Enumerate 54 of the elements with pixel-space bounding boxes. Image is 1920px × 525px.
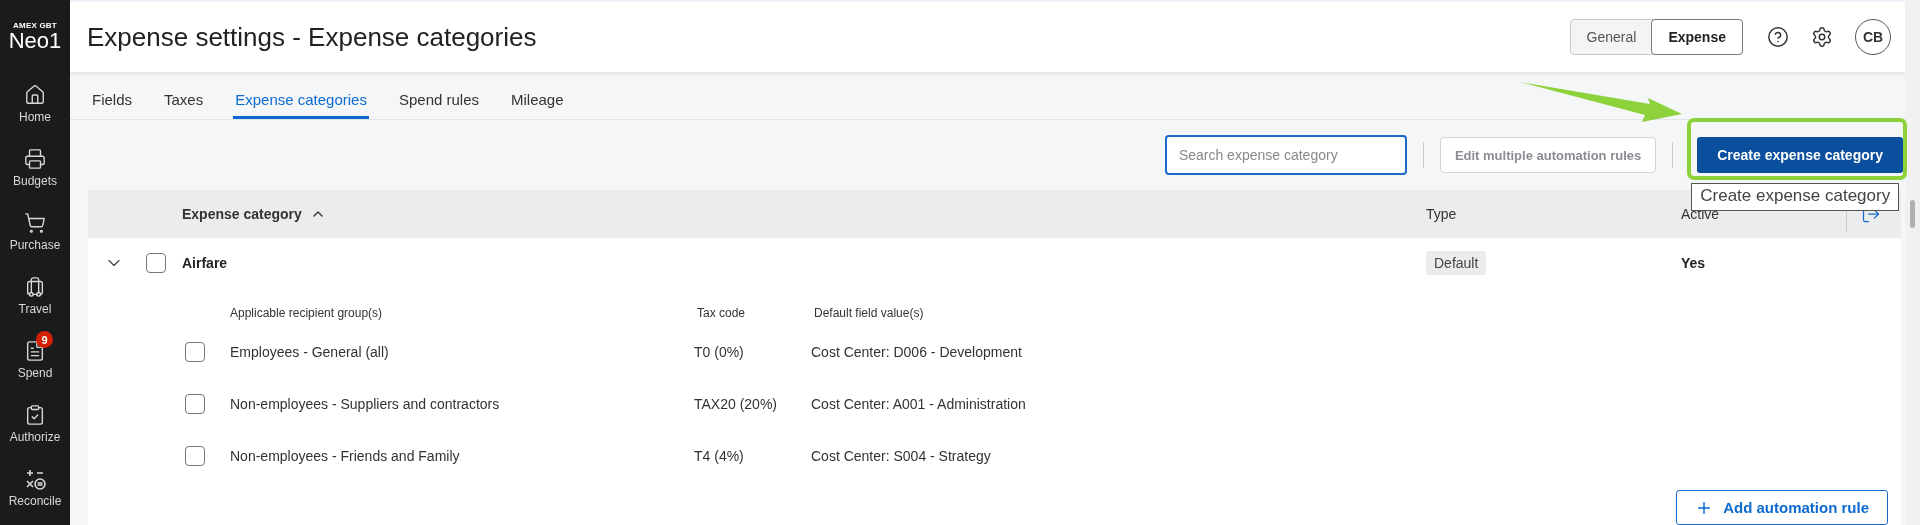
checkbox[interactable]	[185, 446, 205, 466]
printer-icon	[24, 148, 46, 170]
sub-column-header: Default field value(s)	[814, 306, 925, 320]
table-cell-text: Cost Center: S004 - Strategy	[811, 448, 992, 464]
nav-item[interactable]: Purchase	[0, 200, 70, 264]
tooltip: Create expense category	[1691, 183, 1900, 211]
math-symbols-icon	[24, 468, 46, 490]
table-cell-text: T4 (4%)	[694, 448, 745, 464]
clipboard-check-icon	[24, 404, 46, 426]
nav-item[interactable]: Budgets	[0, 136, 70, 200]
table-cell-text: Cost Center: A001 - Administration	[811, 396, 1027, 412]
nav-item[interactable]: Reconcile	[0, 456, 70, 520]
nav-item[interactable]: 9 Spend	[0, 328, 70, 392]
toggle-option[interactable]: Expense	[1651, 19, 1743, 55]
scrollbar-thumb	[1910, 200, 1915, 228]
create-button[interactable]: Create expense category	[1697, 137, 1903, 173]
column-header[interactable]: Expense category	[182, 206, 326, 222]
tab[interactable]: Spend rules	[396, 72, 481, 119]
table-cell-text: T0 (0%)	[694, 344, 745, 360]
tab[interactable]: Expense categories	[233, 72, 369, 119]
checkbox[interactable]	[185, 394, 205, 414]
suitcase-icon	[24, 276, 46, 298]
checkbox[interactable]	[146, 253, 166, 273]
nav-item[interactable]: Home	[0, 72, 70, 136]
nav-item[interactable]: Authorize	[0, 392, 70, 456]
sub-column-header: Applicable recipient group(s)	[230, 306, 384, 320]
home-icon	[24, 84, 46, 106]
logo-text: Neo1	[8, 29, 62, 52]
table-cell-text: Cost Center: D006 - Development	[811, 344, 1023, 360]
nav-item[interactable]: Travel	[0, 264, 70, 328]
cart-icon	[24, 212, 46, 234]
help-icon	[1767, 26, 1789, 48]
notification-badge: 9	[36, 331, 53, 348]
settings-button[interactable]	[1811, 26, 1833, 48]
active-value: Yes	[1681, 255, 1707, 271]
checkbox[interactable]	[185, 342, 205, 362]
tab[interactable]: Mileage	[509, 72, 566, 119]
table-cell-text: Employees - General (all)	[230, 344, 390, 360]
column-header: Type	[1426, 206, 1458, 222]
add-rule-button[interactable]: Add automation rule	[1676, 490, 1888, 525]
type-tag: Default	[1426, 251, 1487, 275]
help-button[interactable]	[1767, 26, 1789, 48]
sub-column-header: Tax code	[697, 306, 747, 320]
table-cell-text: Non-employees - Friends and Family	[230, 448, 461, 464]
table-cell-text: TAX20 (20%)	[694, 396, 778, 412]
tab[interactable]: Taxes	[162, 72, 206, 119]
table-cell-text: Non-employees - Suppliers and contractors	[230, 396, 501, 412]
search-field[interactable]: Search expense category	[1164, 135, 1407, 175]
toggle-option[interactable]: General	[1570, 20, 1653, 54]
page-title: Expense settings - Expense categories	[87, 21, 538, 53]
category-name: Airfare	[182, 255, 229, 271]
settings-icon	[1811, 26, 1833, 48]
tab[interactable]: Fields	[90, 72, 134, 119]
logo-caption: AMEX GBT	[13, 20, 57, 30]
